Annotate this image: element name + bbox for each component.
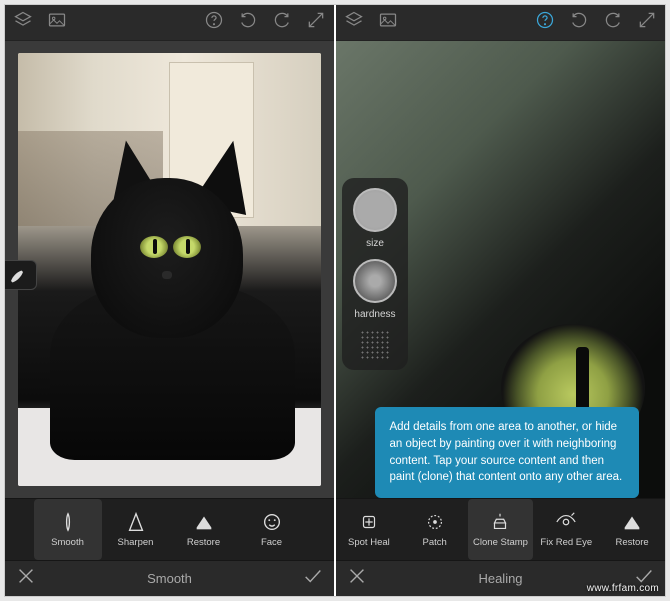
cancel-button[interactable] <box>15 565 37 592</box>
size-label: size <box>366 238 384 249</box>
top-toolbar <box>336 5 665 41</box>
tool-sharpen[interactable]: Sharpen <box>102 499 170 560</box>
tool-label: Patch <box>423 537 447 548</box>
tool-label: Fix Red Eye <box>540 537 592 548</box>
hardness-control[interactable] <box>353 259 397 303</box>
tool-toolbar: Spot Heal Patch Clone Stamp Fix Red Eye … <box>336 498 665 560</box>
app-wrapper: Smooth Sharpen Restore Face Smooth <box>4 4 666 597</box>
help-icon[interactable] <box>535 10 555 35</box>
top-toolbar <box>5 5 334 41</box>
panel-title: Healing <box>478 571 522 586</box>
tool-label: Sharpen <box>118 537 154 548</box>
tool-smooth[interactable]: Smooth <box>34 499 102 560</box>
help-icon[interactable] <box>204 10 224 35</box>
tool-label: Restore <box>187 537 220 548</box>
layers-icon[interactable] <box>344 10 364 35</box>
tool-label: Smooth <box>51 537 84 548</box>
brush-controls: size hardness <box>342 178 408 370</box>
undo-icon[interactable] <box>238 10 258 35</box>
image-canvas[interactable]: size hardness Add details from one area … <box>336 41 665 498</box>
tool-tooltip: Add details from one area to another, or… <box>375 407 638 498</box>
cancel-button[interactable] <box>346 565 368 592</box>
tool-label: Restore <box>615 537 648 548</box>
photo-preview <box>18 53 321 486</box>
tool-restore[interactable]: Restore <box>170 499 238 560</box>
tool-spot-heal[interactable]: Spot Heal <box>336 499 402 560</box>
tool-face[interactable]: Face <box>238 499 306 560</box>
size-control[interactable] <box>353 188 397 232</box>
tool-restore[interactable]: Restore <box>599 499 665 560</box>
tool-label: Clone Stamp <box>473 537 528 548</box>
fullscreen-icon[interactable] <box>306 10 326 35</box>
tool-label: Face <box>261 537 282 548</box>
brush-handle-icon[interactable] <box>5 260 37 290</box>
tool-clone-stamp[interactable]: Clone Stamp <box>468 499 534 560</box>
tool-label: Spot Heal <box>348 537 390 548</box>
grid-icon[interactable] <box>360 330 390 360</box>
watermark: www.frfam.com <box>587 583 659 594</box>
redo-icon[interactable] <box>603 10 623 35</box>
tool-fix-red-eye[interactable]: Fix Red Eye <box>533 499 599 560</box>
screen-healing: size hardness Add details from one area … <box>336 5 665 596</box>
tool-toolbar: Smooth Sharpen Restore Face <box>5 498 334 560</box>
bottom-bar: Smooth <box>5 560 334 596</box>
image-icon[interactable] <box>378 10 398 35</box>
fullscreen-icon[interactable] <box>637 10 657 35</box>
undo-icon[interactable] <box>569 10 589 35</box>
image-canvas[interactable] <box>5 41 334 498</box>
image-icon[interactable] <box>47 10 67 35</box>
layers-icon[interactable] <box>13 10 33 35</box>
tool-patch[interactable]: Patch <box>402 499 468 560</box>
redo-icon[interactable] <box>272 10 292 35</box>
hardness-label: hardness <box>354 309 395 320</box>
accept-button[interactable] <box>302 565 324 592</box>
screen-smooth: Smooth Sharpen Restore Face Smooth <box>5 5 334 596</box>
panel-title: Smooth <box>147 571 192 586</box>
